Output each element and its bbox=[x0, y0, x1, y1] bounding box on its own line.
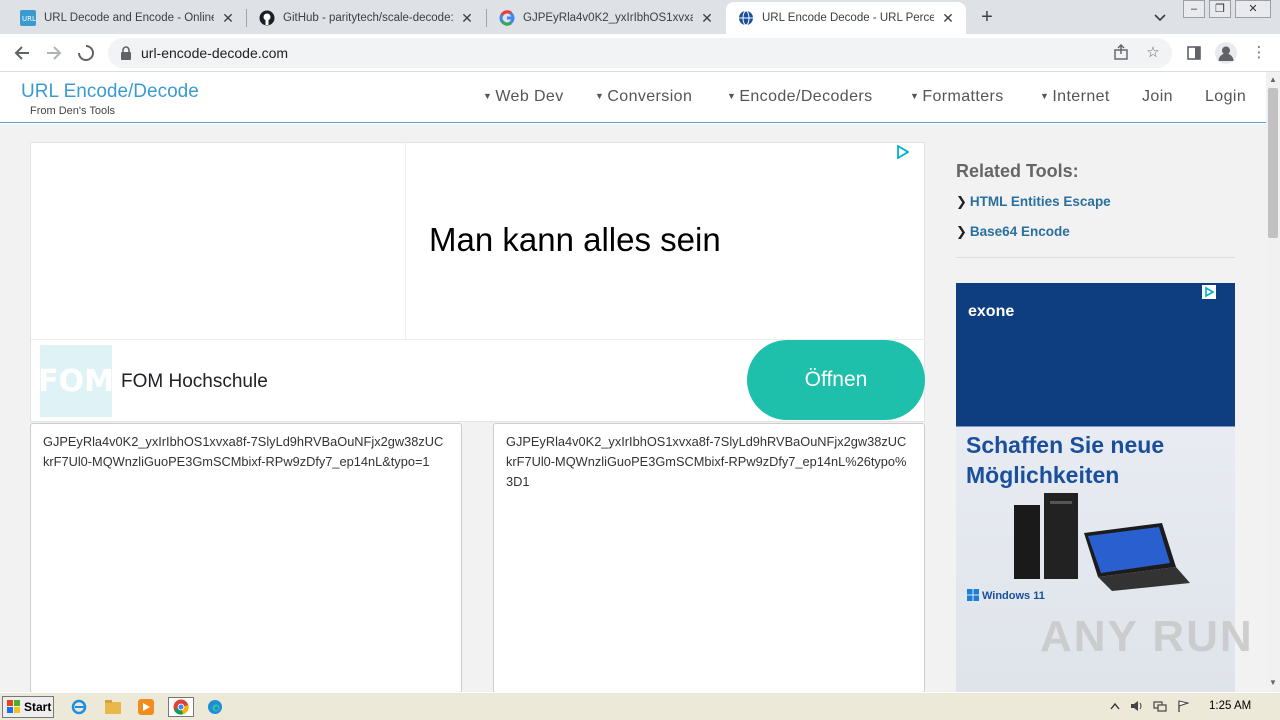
share-icon[interactable] bbox=[1112, 44, 1130, 62]
related-link-base64[interactable]: ❯ Base64 Encode bbox=[956, 224, 1070, 240]
edge-icon[interactable] bbox=[204, 697, 226, 717]
caret-down-icon: ▼ bbox=[1040, 91, 1050, 101]
fom-logo[interactable]: FOM bbox=[38, 345, 114, 417]
nav-encode-decoders[interactable]: ▼ Encode/Decoders bbox=[727, 88, 873, 106]
profile-avatar-icon[interactable] bbox=[1215, 42, 1237, 64]
back-icon[interactable] bbox=[10, 41, 34, 65]
page-scrollbar[interactable]: ▲ ▼ bbox=[1266, 72, 1280, 692]
nav-login[interactable]: Login bbox=[1205, 88, 1246, 106]
scroll-thumb[interactable] bbox=[1268, 88, 1278, 238]
ad-side-headline: Schaffen Sie neue Möglichkeiten bbox=[966, 432, 1165, 488]
svg-text:URL: URL bbox=[22, 15, 36, 23]
computer-product-image bbox=[1014, 493, 1190, 591]
minimize-icon[interactable]: – bbox=[1183, 0, 1205, 18]
caret-down-icon: ▼ bbox=[727, 91, 737, 101]
lock-icon bbox=[120, 46, 132, 60]
nav-formatters[interactable]: ▼ Formatters bbox=[910, 88, 1004, 106]
ad-headline[interactable]: Man kann alles sein bbox=[429, 221, 721, 259]
ad-banner-top[interactable]: Man kann alles sein FOM FOM Hochschule Ö… bbox=[30, 142, 926, 422]
scroll-down-icon[interactable]: ▼ bbox=[1268, 678, 1278, 688]
tab-title: URL Decode and Encode - Online bbox=[44, 12, 214, 24]
google-icon bbox=[499, 10, 515, 26]
restore-icon[interactable]: ❐ bbox=[1209, 0, 1231, 18]
tab-google[interactable]: GJPEyRla4v0K2_yxIrIbhOS1xvxa8f- ✕ bbox=[487, 2, 725, 34]
media-player-icon[interactable] bbox=[135, 697, 157, 717]
related-link-html-entities[interactable]: ❯ HTML Entities Escape bbox=[956, 194, 1111, 210]
site-logo-subtitle[interactable]: From Den's Tools bbox=[30, 105, 115, 117]
caret-down-icon: ▼ bbox=[595, 91, 605, 101]
windows-11-label: Windows 11 bbox=[967, 589, 1045, 602]
network-icon[interactable] bbox=[1153, 700, 1167, 714]
url-text: url-encode-decode.com bbox=[141, 45, 289, 61]
chrome-icon[interactable] bbox=[168, 697, 194, 717]
taskbar-clock[interactable]: 1:25 AM bbox=[1209, 700, 1251, 712]
globe-icon bbox=[738, 10, 754, 26]
nav-internet[interactable]: ▼ Internet bbox=[1040, 88, 1110, 106]
side-panel-icon[interactable] bbox=[1184, 43, 1204, 63]
caret-down-icon: ▼ bbox=[910, 91, 920, 101]
close-icon[interactable]: ✕ bbox=[699, 10, 715, 26]
ad-choices-icon[interactable] bbox=[895, 144, 910, 160]
tab-title: URL Encode Decode - URL Percent E bbox=[762, 12, 934, 24]
star-icon[interactable]: ☆ bbox=[1144, 44, 1162, 62]
volume-icon[interactable] bbox=[1130, 700, 1144, 714]
forward-icon[interactable] bbox=[42, 41, 66, 65]
anyrun-watermark: ANY RUN bbox=[1040, 612, 1254, 661]
file-explorer-icon[interactable] bbox=[102, 697, 124, 717]
url-site-icon: URL bbox=[20, 10, 36, 26]
ad-open-button[interactable]: Öffnen bbox=[747, 340, 925, 420]
close-icon[interactable]: ✕ bbox=[940, 10, 956, 26]
nav-web-dev[interactable]: ▼ Web Dev bbox=[483, 88, 564, 106]
window-close-icon[interactable]: ✕ bbox=[1235, 0, 1271, 18]
chevron-right-icon: ❯ bbox=[956, 194, 967, 209]
browser-toolbar: url-encode-decode.com ☆ ⋮ bbox=[0, 34, 1280, 72]
tab-title: GJPEyRla4v0K2_yxIrIbhOS1xvxa8f- bbox=[523, 12, 693, 24]
close-icon[interactable]: ✕ bbox=[220, 10, 236, 26]
ad-choices-icon[interactable] bbox=[1202, 285, 1216, 299]
tab-title: GitHub - paritytech/scale-decode: De bbox=[283, 12, 453, 24]
ad-brand-name[interactable]: FOM Hochschule bbox=[121, 371, 268, 393]
nav-join[interactable]: Join bbox=[1142, 88, 1173, 106]
chevron-right-icon: ❯ bbox=[956, 224, 967, 239]
loading-spinner-icon[interactable] bbox=[74, 41, 98, 65]
github-icon bbox=[259, 10, 275, 26]
start-button[interactable]: Start bbox=[2, 696, 54, 718]
internet-explorer-icon[interactable] bbox=[68, 697, 90, 717]
tab-url-encode-active[interactable]: URL Encode Decode - URL Percent E ✕ bbox=[726, 2, 966, 34]
action-center-flag-icon[interactable] bbox=[1176, 700, 1190, 714]
close-icon[interactable]: ✕ bbox=[459, 10, 475, 26]
site-logo[interactable]: URL Encode/Decode bbox=[21, 81, 199, 103]
caret-down-icon: ▼ bbox=[483, 91, 493, 101]
scroll-up-icon[interactable]: ▲ bbox=[1268, 75, 1278, 85]
new-tab-button[interactable]: + bbox=[976, 6, 998, 28]
tray-chevron-icon[interactable] bbox=[1108, 700, 1122, 714]
address-bar[interactable]: url-encode-decode.com ☆ bbox=[108, 38, 1172, 68]
nav-conversion[interactable]: ▼ Conversion bbox=[595, 88, 692, 106]
chevron-down-icon[interactable] bbox=[1150, 8, 1170, 28]
ad-divider bbox=[405, 143, 406, 339]
tab-strip: URL URL Decode and Encode - Online ✕ Git… bbox=[0, 0, 1280, 34]
windows-flag-icon bbox=[7, 700, 20, 713]
tab-github[interactable]: GitHub - paritytech/scale-decode: De ✕ bbox=[247, 2, 485, 34]
encode-output-textarea[interactable]: GJPEyRla4v0K2_yxIrIbhOS1xvxa8f-7SlyLd9hR… bbox=[493, 423, 925, 693]
related-tools-title: Related Tools: bbox=[956, 161, 1079, 181]
windows-logo-icon bbox=[967, 589, 979, 601]
site-header: URL Encode/Decode From Den's Tools ▼ Web … bbox=[0, 72, 1266, 123]
exone-logo: exone bbox=[968, 303, 1015, 320]
tab-url-decode[interactable]: URL URL Decode and Encode - Online ✕ bbox=[8, 2, 246, 34]
more-menu-icon[interactable]: ⋮ bbox=[1249, 43, 1269, 63]
sidebar-divider bbox=[956, 257, 1235, 258]
decode-input-textarea[interactable]: GJPEyRla4v0K2_yxIrIbhOS1xvxa8f-7SlyLd9hR… bbox=[30, 423, 462, 693]
windows-taskbar: Start 1:25 AM bbox=[0, 692, 1280, 720]
